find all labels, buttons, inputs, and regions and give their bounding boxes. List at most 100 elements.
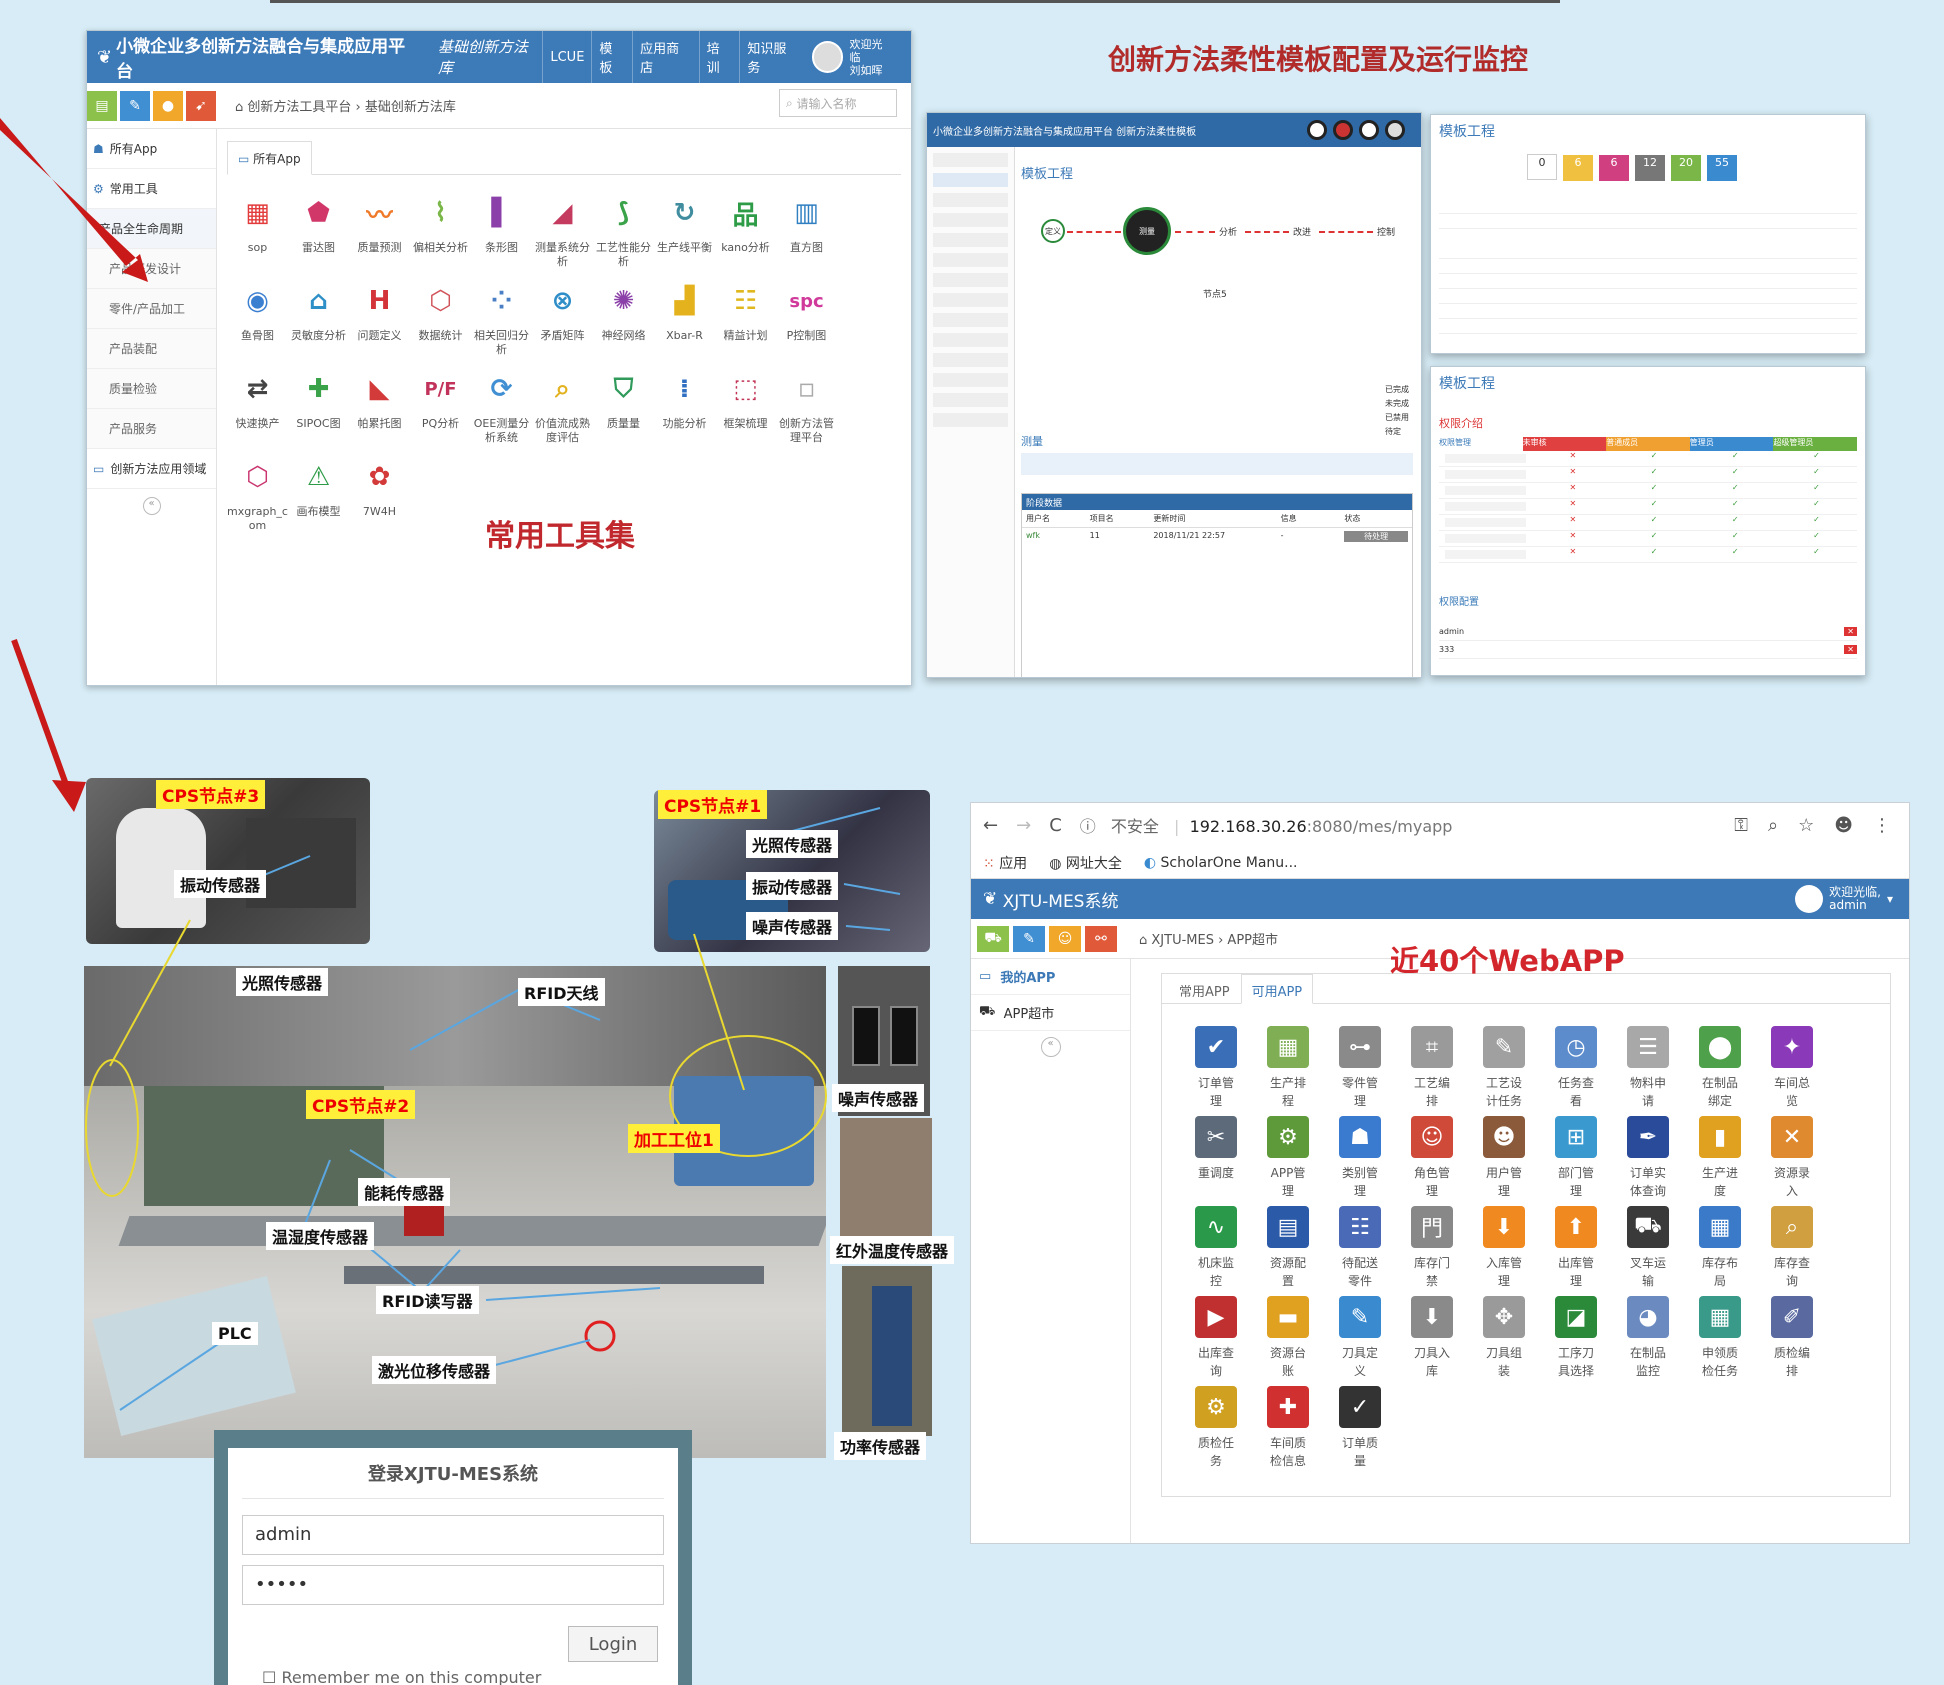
webapp-tile[interactable]: ⌕ 库存查询 — [1756, 1206, 1828, 1290]
webapp-tile[interactable]: ⬤ 在制品绑定 — [1684, 1026, 1756, 1110]
key-icon[interactable]: ⚿ — [1734, 815, 1748, 836]
login-button[interactable]: Login — [568, 1626, 658, 1662]
edit-button[interactable]: ✎ — [1013, 925, 1045, 952]
zoom-icon[interactable]: ⌕ — [1768, 815, 1778, 836]
label-cps1: CPS节点#1 — [658, 790, 768, 819]
webapp-icon: ◕ — [1627, 1296, 1669, 1338]
mes-header: ❦ XJTU-MES系统 欢迎光临, admin ▾ — [971, 879, 1909, 919]
url-host: 192.168.30.26 — [1189, 817, 1307, 836]
tab-available-app[interactable]: 可用APP — [1240, 974, 1314, 1004]
webapp-label: 任务查看 — [1557, 1076, 1594, 1108]
bookmarks-bar: ⁙ 应用 ◍ 网址大全 ◐ ScholarOne Manu... — [971, 847, 1909, 879]
webapp-tile[interactable]: ◷ 任务查看 — [1540, 1026, 1612, 1110]
webapp-tile[interactable]: 門库存门禁 — [1396, 1206, 1468, 1290]
users-button[interactable]: ☺ — [1049, 925, 1081, 952]
browser-window: ← → C ⓘ 不安全 | 192.168.30.26:8080/mes/mya… — [970, 802, 1910, 1544]
webapp-tile[interactable]: ✦ 车间总览 — [1756, 1026, 1828, 1110]
label-vibration-3: 振动传感器 — [174, 870, 267, 898]
cart-button[interactable]: ⛟ — [977, 925, 1009, 952]
home-icon: ⌂ — [1139, 933, 1152, 948]
webapp-tile[interactable]: ☻ 用户管理 — [1468, 1116, 1540, 1200]
webapp-tile[interactable]: ▦ 申领质检任务 — [1684, 1296, 1756, 1380]
leaf-logo-icon: ❦ — [983, 889, 1003, 909]
webapp-tile[interactable]: ◕ 在制品监控 — [1612, 1296, 1684, 1380]
webapp-label: 重调度 — [1197, 1166, 1234, 1180]
back-icon[interactable]: ← — [983, 815, 998, 836]
label-station-1: 加工工位1 — [628, 1124, 720, 1153]
forward-icon[interactable]: → — [1016, 815, 1031, 836]
label-vibration-1: 振动传感器 — [746, 872, 839, 900]
collapse-icon[interactable]: « — [1040, 1037, 1061, 1057]
webapp-tile[interactable]: ∿ 机床监控 — [1180, 1206, 1252, 1290]
webapp-tile[interactable]: ⬇ 刀具入库 — [1396, 1296, 1468, 1380]
login-dialog: 登录XJTU-MES系统 admin ••••• Login ☐ Remembe… — [214, 1430, 692, 1685]
webapp-tile[interactable]: ▮ 生产进度 — [1684, 1116, 1756, 1200]
webapp-tile[interactable]: ⊶ 零件管理 — [1324, 1026, 1396, 1110]
webapp-tile[interactable]: ☰ 物料申请 — [1612, 1026, 1684, 1110]
avatar — [1795, 885, 1824, 913]
webapp-icon: ☻ — [1483, 1116, 1525, 1158]
webapp-label: 用户管理 — [1485, 1166, 1522, 1198]
webapp-tile[interactable]: ⚙ 质检任务 — [1180, 1386, 1252, 1470]
sidebar-item-app-market[interactable]: ⛟ APP超市 — [971, 995, 1130, 1031]
star-icon[interactable]: ☆ — [1798, 815, 1814, 836]
bookmark-scholarone[interactable]: ◐ ScholarOne Manu... — [1144, 855, 1298, 871]
address-bar[interactable]: ⓘ 不安全 | 192.168.30.26:8080/mes/myapp — [1080, 813, 1453, 837]
webapp-icon: ⊞ — [1555, 1116, 1597, 1158]
webapp-tile[interactable]: ✒ 订单实体查询 — [1612, 1116, 1684, 1200]
webapp-tile[interactable]: ▶ 出库查询 — [1180, 1296, 1252, 1380]
webapp-tile[interactable]: ✎ 工艺设计任务 — [1468, 1026, 1540, 1110]
webapp-label: 类别管理 — [1341, 1166, 1378, 1198]
webapp-tile[interactable]: ⬆ 出库管理 — [1540, 1206, 1612, 1290]
checkbox-icon[interactable]: ☐ — [262, 1668, 281, 1685]
webapp-label: 工艺设计任务 — [1485, 1076, 1522, 1108]
webapp-tile[interactable]: ✂ 重调度 — [1180, 1116, 1252, 1200]
webapp-icon: ⚙ — [1267, 1116, 1309, 1158]
webapp-icon: ✚ — [1267, 1386, 1309, 1428]
webapp-label: 库存布局 — [1701, 1256, 1738, 1288]
web-app-grid: ✔ 订单管理 ▦ 生产排程 ⊶ 零件管理 ⌗ 工艺编排 ✎ 工艺设计任务 ◷ 任务查看 ☰ 物料申请 ⬤ 在制… — [1180, 1026, 1828, 1470]
label-cps3: CPS节点#3 — [156, 780, 266, 809]
bookmark-hao123[interactable]: ◍ 网址大全 — [1049, 853, 1122, 873]
webapp-tile[interactable]: ⚙ APP管理 — [1252, 1116, 1324, 1200]
webapp-tile[interactable]: ✐ 质检编排 — [1756, 1296, 1828, 1380]
share-button[interactable]: ⚯ — [1085, 925, 1117, 952]
scholarone-icon: ◐ — [1143, 854, 1161, 871]
webapp-tile[interactable]: ☗ 类别管理 — [1324, 1116, 1396, 1200]
user-menu[interactable]: 欢迎光临, admin ▾ — [1795, 885, 1909, 913]
webapp-tile[interactable]: ▤ 资源配置 — [1252, 1206, 1324, 1290]
webapp-tile[interactable]: ⬇ 入库管理 — [1468, 1206, 1540, 1290]
webapp-tile[interactable]: ◪ 工序刀具选择 — [1540, 1296, 1612, 1380]
webapp-tile[interactable]: ✎ 刀具定义 — [1324, 1296, 1396, 1380]
sidebar-item-my-app[interactable]: ▭ 我的APP — [971, 959, 1130, 995]
webapp-tile[interactable]: ▦ 生产排程 — [1252, 1026, 1324, 1110]
webapp-tile[interactable]: ✕ 资源录入 — [1756, 1116, 1828, 1200]
breadcrumb-text: XJTU-MES › APP超市 — [1151, 933, 1278, 948]
webapp-tile[interactable]: ⊞ 部门管理 — [1540, 1116, 1612, 1200]
tab-common-app[interactable]: 常用APP — [1168, 974, 1241, 1004]
password-field[interactable]: ••••• — [242, 1565, 664, 1605]
webapp-tile[interactable]: ▬ 资源台账 — [1252, 1296, 1324, 1380]
webapp-tile[interactable]: ✓ 订单质量 — [1324, 1386, 1396, 1470]
webapp-tile[interactable]: ⌗ 工艺编排 — [1396, 1026, 1468, 1110]
webapp-tile[interactable]: ✚ 车间质检信息 — [1252, 1386, 1324, 1470]
reload-icon[interactable]: C — [1049, 815, 1062, 836]
webapp-tile[interactable]: ☺ 角色管理 — [1396, 1116, 1468, 1200]
webapp-icon: ✒ — [1627, 1116, 1669, 1158]
webapp-tile[interactable]: ⛟ 叉车运输 — [1612, 1206, 1684, 1290]
webapp-label: 质检编排 — [1773, 1346, 1810, 1378]
label-light-1: 光照传感器 — [746, 830, 839, 858]
webapp-tile[interactable]: ☷ 待配送零件 — [1324, 1206, 1396, 1290]
webapp-tile[interactable]: ✥ 刀具组装 — [1468, 1296, 1540, 1380]
remember-checkbox[interactable]: ☐ Remember me on this computer — [262, 1668, 541, 1685]
pointer-cps3 — [109, 919, 191, 1067]
webapp-icon: ⬆ — [1555, 1206, 1597, 1248]
bookmark-apps[interactable]: ⁙ 应用 — [983, 853, 1027, 873]
username-field[interactable]: admin — [242, 1515, 664, 1555]
webapp-icon: ☺ — [1411, 1116, 1453, 1158]
webapp-tile[interactable]: ✔ 订单管理 — [1180, 1026, 1252, 1110]
bookmark-label: 应用 — [999, 855, 1028, 872]
menu-icon[interactable]: ⋮ — [1873, 815, 1891, 836]
webapp-tile[interactable]: ▦ 库存布局 — [1684, 1206, 1756, 1290]
profile-icon[interactable]: ☻ — [1834, 815, 1853, 836]
